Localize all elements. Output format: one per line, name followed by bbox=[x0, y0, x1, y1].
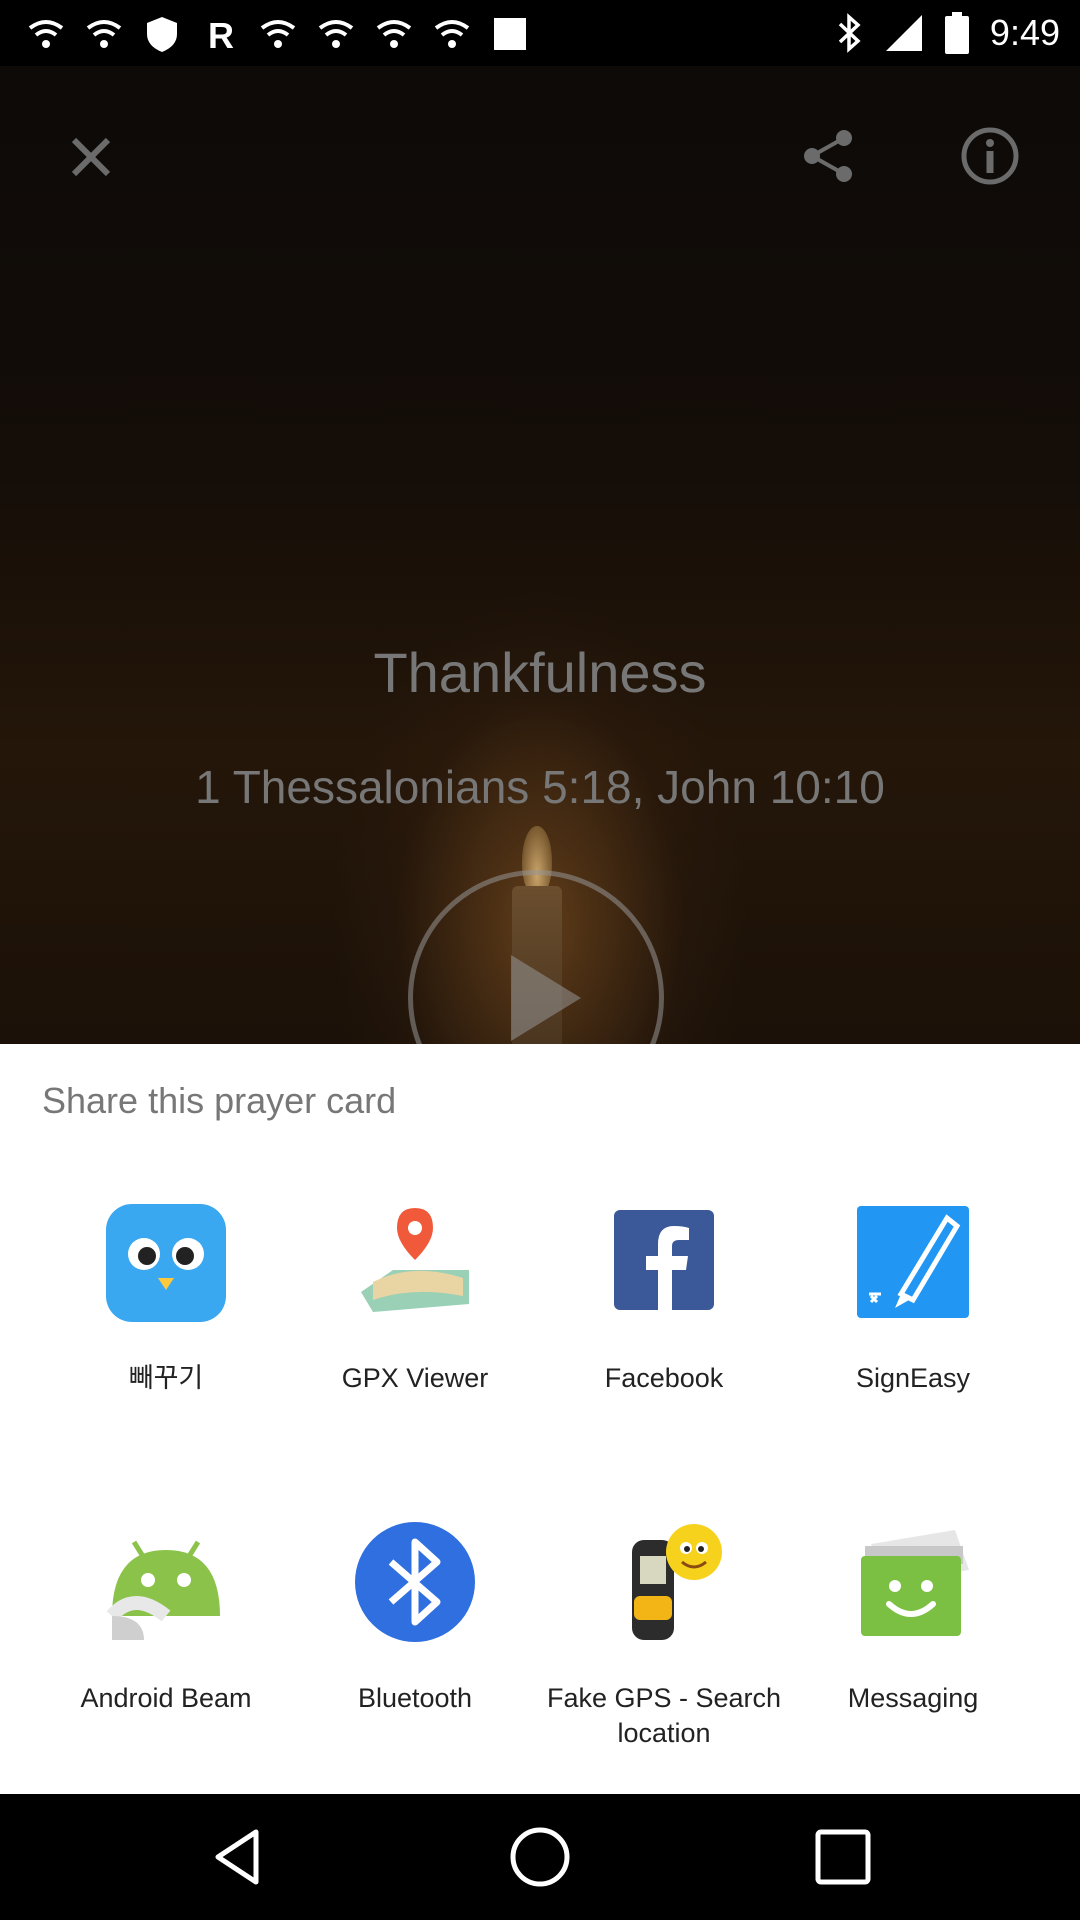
info-icon[interactable] bbox=[960, 126, 1020, 186]
svg-text:R: R bbox=[208, 15, 234, 54]
wifi-icon bbox=[434, 20, 470, 48]
share-target-messaging[interactable]: Messaging bbox=[788, 1520, 1038, 1716]
wifi-icon bbox=[86, 20, 122, 48]
share-target-label: Fake GPS - Search location bbox=[546, 1683, 782, 1748]
share-target-facebook[interactable]: Facebook bbox=[539, 1200, 789, 1396]
blank-icon bbox=[494, 18, 526, 50]
status-bar: R 9:49 bbox=[0, 0, 1080, 66]
recents-icon[interactable] bbox=[810, 1824, 876, 1890]
gps-device-icon bbox=[632, 1524, 722, 1640]
home-icon[interactable] bbox=[507, 1824, 573, 1890]
close-icon[interactable] bbox=[66, 132, 116, 182]
wifi-icon bbox=[28, 20, 64, 48]
facebook-icon bbox=[614, 1210, 714, 1310]
map-pin-icon bbox=[361, 1208, 469, 1312]
share-target-label: Messaging bbox=[847, 1683, 979, 1713]
wifi-icon bbox=[376, 20, 412, 48]
bird-face-icon bbox=[106, 1204, 226, 1322]
status-clock: 9:49 bbox=[989, 12, 1060, 53]
bluetooth-icon bbox=[838, 13, 861, 53]
navigation-bar bbox=[0, 1794, 1080, 1920]
share-target-ppakkugi[interactable]: 빼꾸기 bbox=[41, 1200, 291, 1396]
share-target-signeasy[interactable]: SignEasy bbox=[788, 1200, 1038, 1396]
share-icon[interactable] bbox=[800, 128, 856, 184]
back-icon[interactable] bbox=[206, 1824, 272, 1890]
prayer-card-background: Thankfulness 1 Thessalonians 5:18, John … bbox=[0, 66, 1080, 1126]
share-sheet-title: Share this prayer card bbox=[42, 1080, 397, 1121]
pen-icon bbox=[857, 1206, 969, 1318]
battery-icon bbox=[944, 12, 969, 54]
share-target-fake-gps[interactable]: Fake GPS - Search location bbox=[539, 1520, 789, 1751]
r-app-icon: R bbox=[208, 15, 234, 54]
card-reference: 1 Thessalonians 5:18, John 10:10 bbox=[195, 761, 885, 813]
wifi-icon bbox=[318, 20, 354, 48]
share-target-android-beam[interactable]: Android Beam bbox=[41, 1520, 291, 1716]
share-sheet: Share this prayer card 빼꾸기 GPX Viewer Fa… bbox=[0, 1044, 1080, 1794]
card-title: Thankfulness bbox=[373, 641, 707, 704]
signal-icon bbox=[885, 15, 922, 51]
bluetooth-icon bbox=[355, 1522, 475, 1642]
share-target-label: 빼꾸기 bbox=[128, 1363, 204, 1393]
android-icon bbox=[106, 1540, 220, 1640]
share-target-bluetooth[interactable]: Bluetooth bbox=[290, 1520, 540, 1716]
wifi-icon bbox=[260, 20, 296, 48]
share-target-label: Android Beam bbox=[80, 1683, 252, 1713]
share-target-label: Facebook bbox=[604, 1363, 724, 1393]
notification-icons: R bbox=[26, 14, 530, 54]
shield-icon bbox=[147, 17, 177, 52]
message-icon bbox=[861, 1530, 969, 1636]
share-target-gpx-viewer[interactable]: GPX Viewer bbox=[290, 1200, 540, 1396]
share-target-label: GPX Viewer bbox=[341, 1363, 489, 1393]
share-target-label: Bluetooth bbox=[357, 1683, 473, 1713]
share-target-label: SignEasy bbox=[855, 1363, 971, 1393]
